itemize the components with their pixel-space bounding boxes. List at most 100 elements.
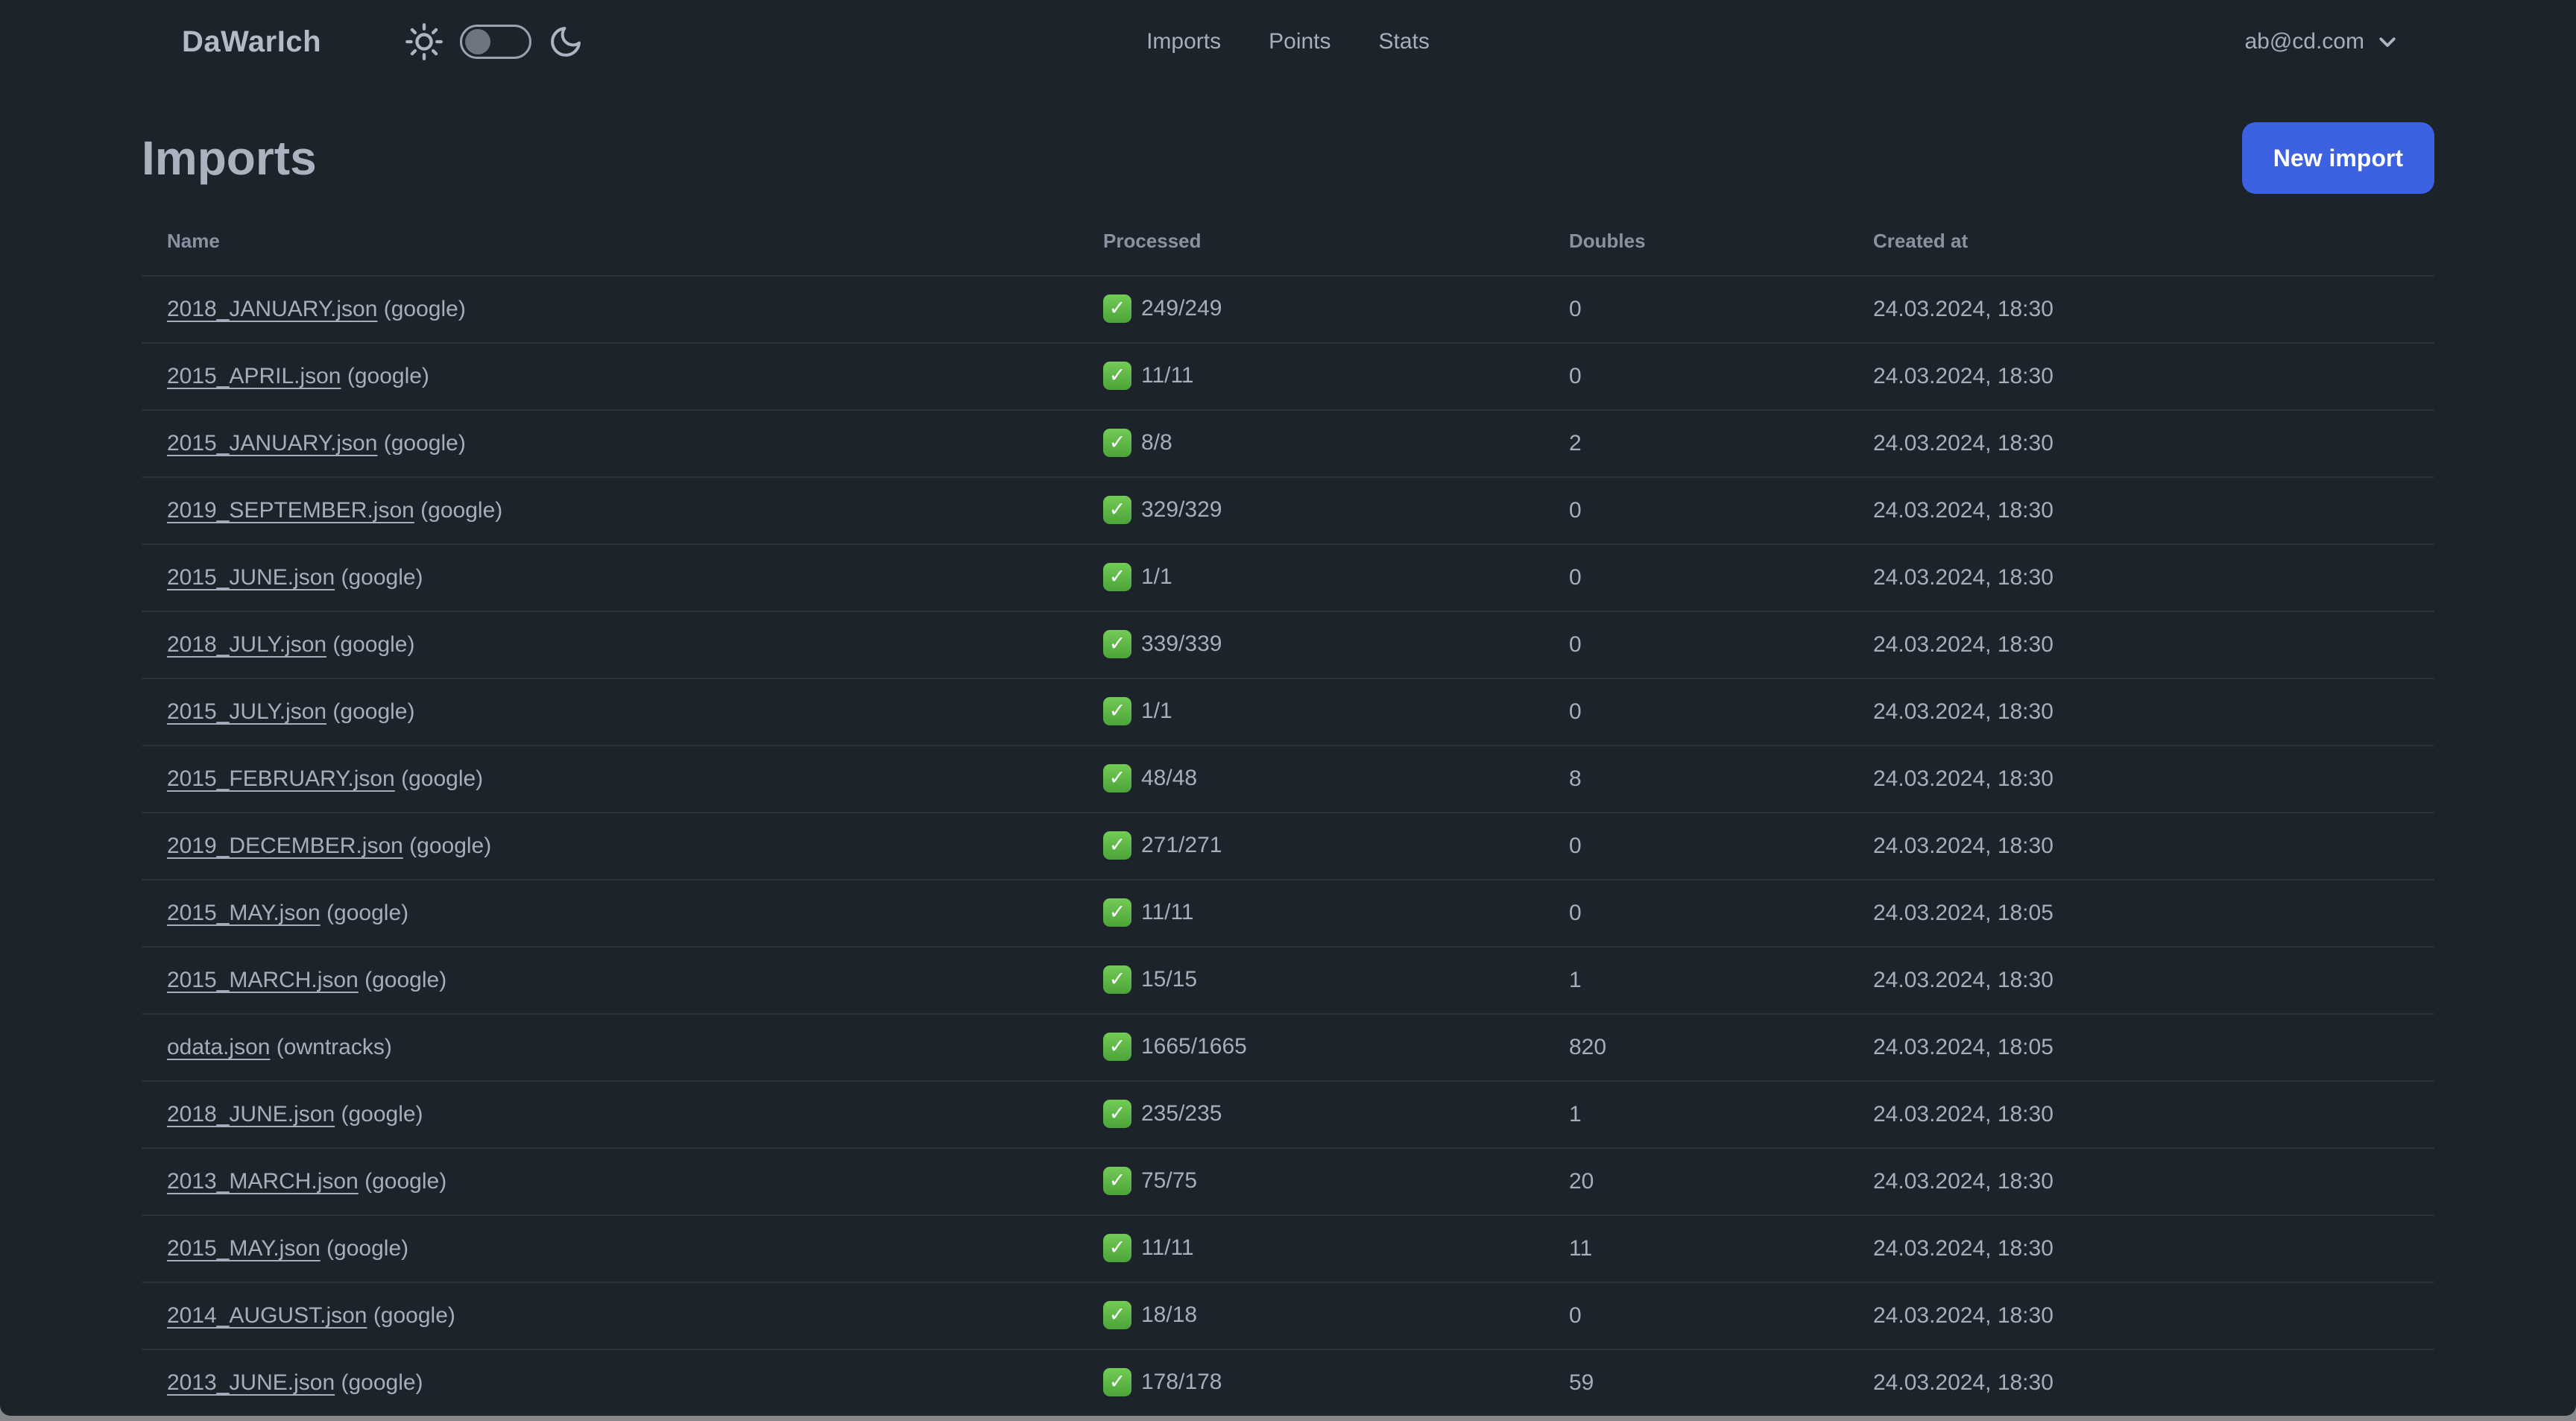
file-link[interactable]: 2013_JUNE.json bbox=[167, 1370, 335, 1395]
moon-icon bbox=[548, 24, 584, 60]
file-link[interactable]: 2015_MARCH.json bbox=[167, 968, 359, 992]
file-link[interactable]: 2015_FEBRUARY.json bbox=[167, 766, 395, 791]
theme-switch-knob bbox=[465, 29, 491, 54]
file-source: (owntracks) bbox=[270, 1035, 392, 1059]
name-cell: 2015_MARCH.json (google) bbox=[142, 947, 1078, 1014]
name-cell: 2015_APRIL.json (google) bbox=[142, 343, 1078, 410]
file-link[interactable]: 2019_DECEMBER.json bbox=[167, 834, 403, 858]
created-at-cell: 24.03.2024, 18:30 bbox=[1873, 297, 2053, 321]
table-row: 2014_AUGUST.json (google) ✓ 18/18 0 24.03.20… bbox=[142, 1282, 2434, 1349]
doubles-cell: 2 bbox=[1569, 431, 1582, 456]
file-link[interactable]: 2014_AUGUST.json bbox=[167, 1303, 367, 1328]
doubles-cell: 0 bbox=[1569, 364, 1582, 388]
file-source: (google) bbox=[335, 1102, 423, 1127]
name-cell: 2018_JULY.json (google) bbox=[142, 611, 1078, 678]
file-link[interactable]: 2015_JULY.json bbox=[167, 699, 326, 724]
created-at-cell: 24.03.2024, 18:30 bbox=[1873, 431, 2053, 456]
created-at-cell: 24.03.2024, 18:30 bbox=[1873, 565, 2053, 590]
nav-link-points[interactable]: Points bbox=[1269, 29, 1330, 54]
table-row: 2019_DECEMBER.json (google) ✓ 271/271 0 24.0… bbox=[142, 813, 2434, 880]
theme-switch[interactable] bbox=[460, 25, 532, 59]
main-nav: Imports Points Stats bbox=[1146, 0, 1430, 84]
created-at-cell: 24.03.2024, 18:30 bbox=[1873, 364, 2053, 388]
check-icon: ✓ bbox=[1103, 1300, 1131, 1329]
file-source: (google) bbox=[326, 699, 415, 724]
check-icon: ✓ bbox=[1103, 1233, 1131, 1262]
doubles-cell: 0 bbox=[1569, 699, 1582, 724]
processed-count: 1/1 bbox=[1141, 564, 1172, 590]
table-row: 2013_JUNE.json (google) ✓ 178/178 59 24.03.2… bbox=[142, 1349, 2434, 1416]
processed-count: 329/329 bbox=[1141, 497, 1222, 523]
name-cell: 2018_JANUARY.json (google) bbox=[142, 276, 1078, 343]
file-link[interactable]: 2015_MAY.json bbox=[167, 1236, 321, 1261]
created-at-cell: 24.03.2024, 18:30 bbox=[1873, 1370, 2053, 1395]
doubles-cell: 0 bbox=[1569, 297, 1582, 321]
processed-count: 11/11 bbox=[1141, 1235, 1194, 1261]
created-at-cell: 24.03.2024, 18:30 bbox=[1873, 834, 2053, 858]
file-source: (google) bbox=[335, 1370, 423, 1395]
table-row: 2013_MARCH.json (google) ✓ 75/75 20 24.03.20… bbox=[142, 1148, 2434, 1215]
nav-link-imports[interactable]: Imports bbox=[1146, 29, 1221, 54]
processed-cell: ✓ 249/249 bbox=[1078, 276, 1544, 343]
user-email: ab@cd.com bbox=[2244, 29, 2364, 54]
table-row: 2015_MARCH.json (google) ✓ 15/15 1 24.03.202… bbox=[142, 947, 2434, 1014]
created-at-cell: 24.03.2024, 18:05 bbox=[1873, 1035, 2053, 1059]
check-icon: ✓ bbox=[1103, 831, 1131, 860]
file-link[interactable]: 2015_APRIL.json bbox=[167, 364, 341, 388]
file-source: (google) bbox=[341, 364, 429, 388]
processed-cell: ✓ 75/75 bbox=[1078, 1148, 1544, 1215]
processed-cell: ✓ 329/329 bbox=[1078, 477, 1544, 544]
check-icon: ✓ bbox=[1103, 629, 1131, 658]
user-menu[interactable]: ab@cd.com bbox=[2244, 29, 2399, 54]
processed-cell: ✓ 178/178 bbox=[1078, 1349, 1544, 1416]
created-at-cell: 24.03.2024, 18:30 bbox=[1873, 699, 2053, 724]
processed-count: 249/249 bbox=[1141, 296, 1222, 321]
check-icon: ✓ bbox=[1103, 428, 1131, 457]
doubles-cell: 0 bbox=[1569, 632, 1582, 657]
file-link[interactable]: 2018_JUNE.json bbox=[167, 1102, 335, 1127]
doubles-cell: 11 bbox=[1569, 1236, 1593, 1261]
processed-cell: ✓ 15/15 bbox=[1078, 947, 1544, 1014]
chevron-down-icon bbox=[2376, 31, 2399, 53]
doubles-cell: 0 bbox=[1569, 565, 1582, 590]
file-link[interactable]: 2019_SEPTEMBER.json bbox=[167, 498, 414, 523]
file-source: (google) bbox=[326, 632, 415, 657]
file-link[interactable]: 2015_JANUARY.json bbox=[167, 431, 377, 456]
table-row: 2018_JANUARY.json (google) ✓ 249/249 0 24.03… bbox=[142, 276, 2434, 343]
nav-link-stats[interactable]: Stats bbox=[1379, 29, 1430, 54]
table-row: 2015_MAY.json (google) ✓ 11/11 0 24.03.2024,… bbox=[142, 880, 2434, 947]
table-row: 2015_JULY.json (google) ✓ 1/1 0 24.03.2024, … bbox=[142, 678, 2434, 746]
processed-count: 8/8 bbox=[1141, 430, 1172, 456]
file-link[interactable]: 2015_MAY.json bbox=[167, 901, 321, 925]
check-icon: ✓ bbox=[1103, 562, 1131, 591]
processed-cell: ✓ 11/11 bbox=[1078, 1215, 1544, 1282]
new-import-button[interactable]: New import bbox=[2241, 122, 2434, 194]
doubles-cell: 820 bbox=[1569, 1035, 1607, 1059]
file-link[interactable]: 2013_MARCH.json bbox=[167, 1169, 359, 1194]
check-icon: ✓ bbox=[1103, 1099, 1131, 1128]
processed-count: 11/11 bbox=[1141, 363, 1194, 388]
processed-cell: ✓ 48/48 bbox=[1078, 746, 1544, 813]
name-cell: 2015_JUNE.json (google) bbox=[142, 544, 1078, 611]
app-logo[interactable]: DaWarIch bbox=[182, 25, 321, 59]
page-title: Imports bbox=[142, 131, 317, 185]
file-link[interactable]: 2018_JULY.json bbox=[167, 632, 326, 657]
created-at-cell: 24.03.2024, 18:30 bbox=[1873, 1169, 2053, 1194]
file-source: (google) bbox=[358, 968, 447, 992]
file-link[interactable]: 2015_JUNE.json bbox=[167, 565, 335, 590]
name-cell: 2014_AUGUST.json (google) bbox=[142, 1282, 1078, 1349]
name-cell: 2015_JANUARY.json (google) bbox=[142, 410, 1078, 477]
doubles-cell: 0 bbox=[1569, 498, 1582, 523]
created-at-cell: 24.03.2024, 18:30 bbox=[1873, 968, 2053, 992]
table-row: 2015_JUNE.json (google) ✓ 1/1 0 24.03.2024, … bbox=[142, 544, 2434, 611]
processed-count: 339/339 bbox=[1141, 631, 1222, 657]
check-icon: ✓ bbox=[1103, 361, 1131, 390]
name-cell: 2015_JULY.json (google) bbox=[142, 678, 1078, 746]
file-link[interactable]: 2018_JANUARY.json bbox=[167, 297, 377, 321]
check-icon: ✓ bbox=[1103, 1032, 1131, 1061]
name-cell: 2015_MAY.json (google) bbox=[142, 880, 1078, 947]
name-cell: 2015_FEBRUARY.json (google) bbox=[142, 746, 1078, 813]
file-link[interactable]: odata.json bbox=[167, 1035, 270, 1059]
table-row: odata.json (owntracks) ✓ 1665/1665 820 24.03… bbox=[142, 1014, 2434, 1081]
theme-toggle-group bbox=[405, 22, 584, 61]
